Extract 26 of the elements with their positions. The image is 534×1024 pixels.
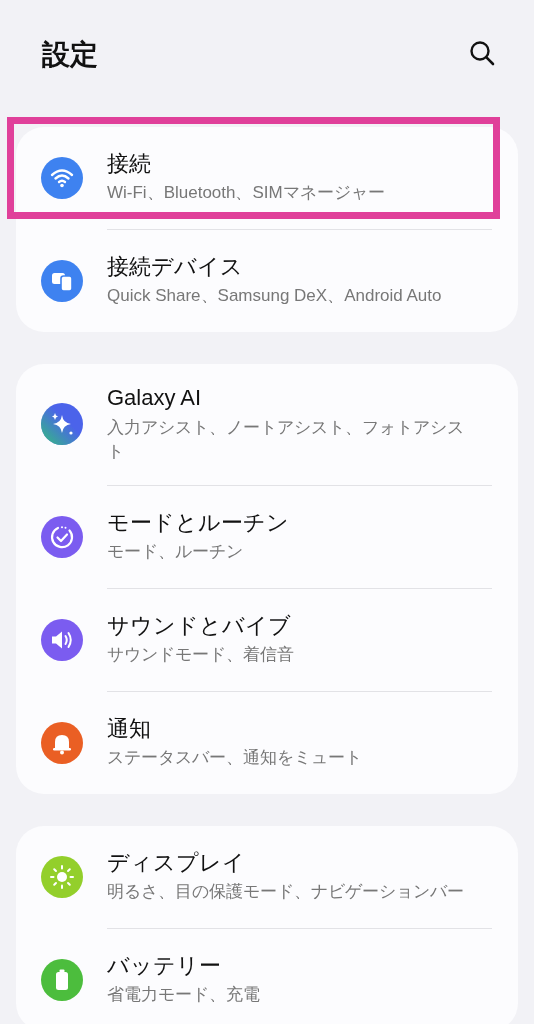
item-title: モードとルーチン: [107, 508, 290, 537]
item-title: 接続デバイス: [107, 252, 244, 281]
item-subtitle: 明るさ、目の保護モード、ナビゲーションバー: [107, 881, 465, 904]
page-title: 設定: [42, 38, 98, 72]
item-title: 接続: [107, 149, 152, 178]
settings-item[interactable]: サウンドとバイブ サウンドモード、着信音: [16, 588, 518, 691]
item-title: バッテリー: [107, 951, 222, 980]
item-subtitle: サウンドモード、着信音: [107, 644, 295, 667]
item-title: ディスプレイ: [107, 848, 246, 877]
settings-item[interactable]: 接続デバイス Quick Share、Samsung DeX、Android Auto: [16, 230, 518, 332]
settings-item[interactable]: バッテリー 省電力モード、充電: [16, 928, 518, 1024]
item-subtitle: 入力アシスト、ノートアシスト、フォトアシスト: [107, 416, 465, 464]
search-icon[interactable]: [468, 39, 496, 67]
settings-item[interactable]: ディスプレイ 明るさ、目の保護モード、ナビゲーションバー: [16, 825, 518, 928]
item-subtitle: モード、ルーチン: [107, 541, 244, 564]
settings-item[interactable]: 接続 Wi-Fi、Bluetooth、SIMマネージャー: [16, 127, 518, 229]
item-subtitle: Quick Share、Samsung DeX、Android Auto: [107, 285, 443, 308]
item-subtitle: Wi-Fi、Bluetooth、SIMマネージャー: [107, 182, 386, 205]
item-title: 通知: [107, 714, 152, 743]
settings-item[interactable]: モードとルーチン モード、ルーチン: [16, 485, 518, 588]
item-title: サウンドとバイブ: [107, 611, 292, 640]
settings-item[interactable]: 通知 ステータスバー、通知をミュート: [16, 691, 518, 794]
item-subtitle: ステータスバー、通知をミュート: [107, 747, 363, 770]
item-subtitle: 省電力モード、充電: [107, 984, 261, 1007]
settings-item[interactable]: Galaxy AI 入力アシスト、ノートアシスト、フォトアシスト: [16, 364, 518, 485]
item-title: Galaxy AI: [107, 384, 203, 412]
